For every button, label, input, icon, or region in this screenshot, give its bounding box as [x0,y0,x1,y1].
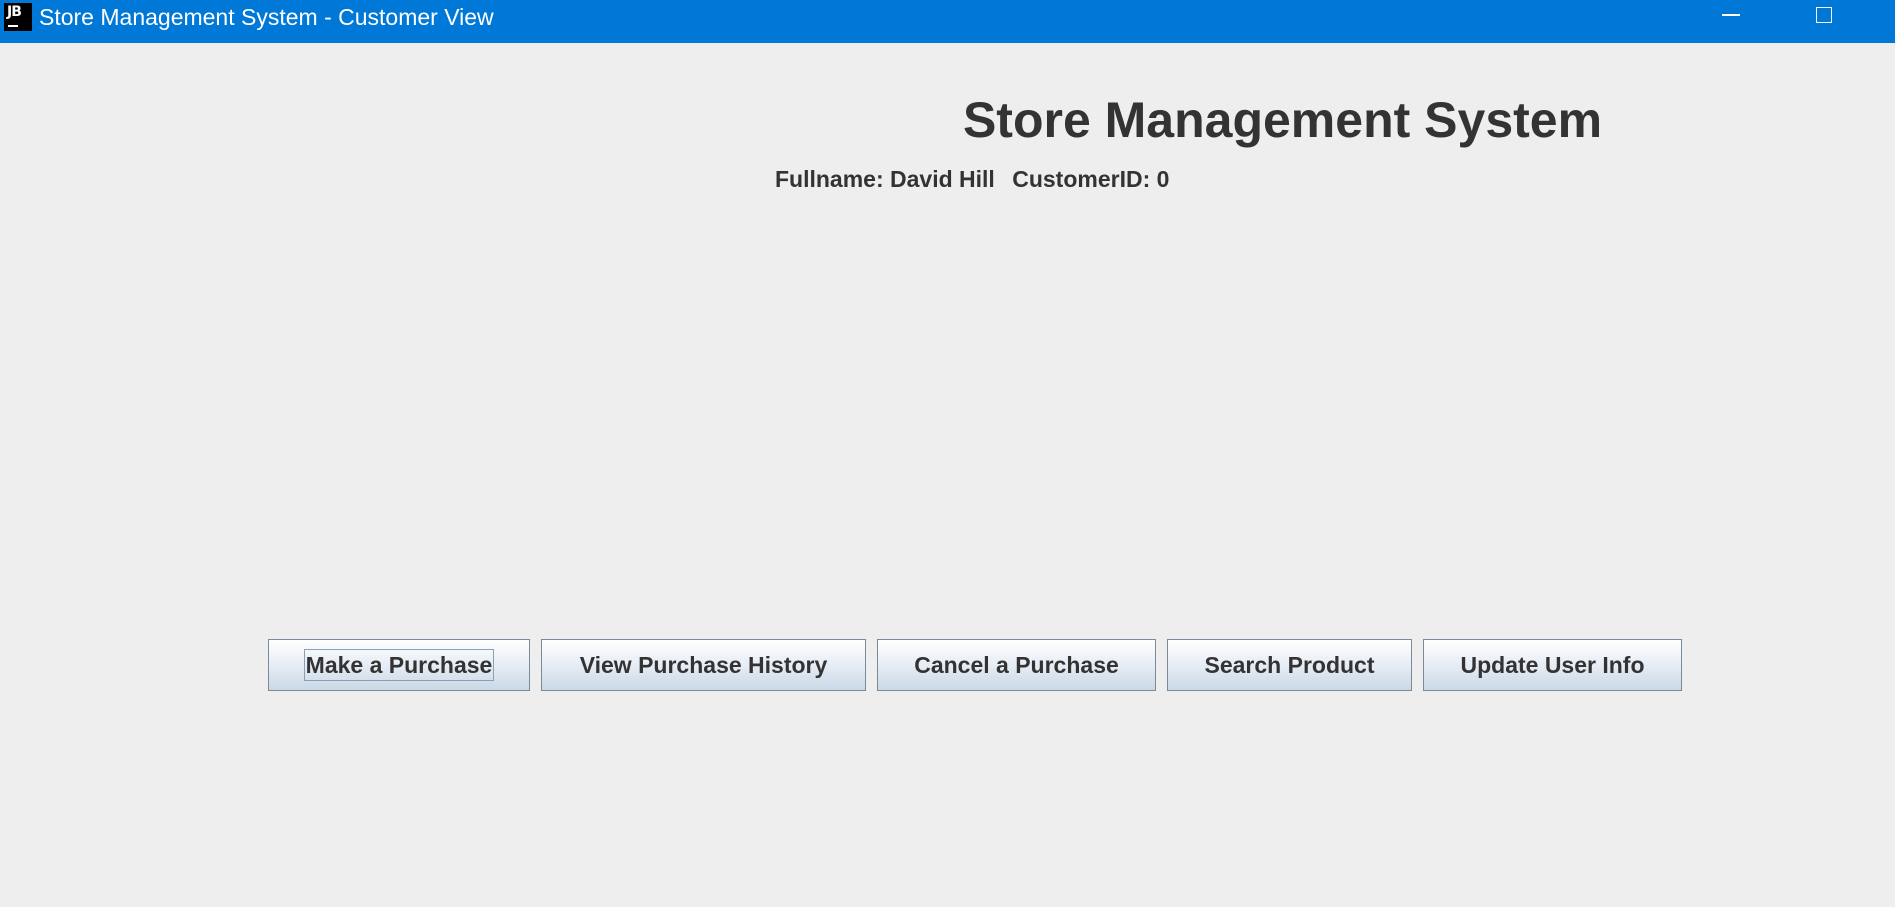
view-purchase-history-button[interactable]: View Purchase History [541,639,866,691]
cancel-purchase-button[interactable]: Cancel a Purchase [877,639,1156,691]
app-icon-label: JB [7,4,22,20]
minimize-button[interactable] [1686,0,1776,35]
maximize-icon [1816,7,1832,23]
app-icon: JB [4,3,32,31]
customer-id-label: CustomerID: 0 [1012,166,1170,192]
make-purchase-label: Make a Purchase [303,649,495,681]
app-icon-underbar [8,25,18,27]
customer-view-panel: Store Management System Fullname: David … [0,43,1895,907]
window-title: Store Management System - Customer View [39,4,494,30]
maximize-button[interactable] [1778,0,1868,35]
make-purchase-button[interactable]: Make a Purchase [268,639,530,691]
search-product-button[interactable]: Search Product [1167,639,1412,691]
page-title: Store Management System [962,92,1603,148]
minimize-icon [1722,14,1740,16]
update-user-info-button[interactable]: Update User Info [1423,639,1682,691]
user-info: Fullname: David Hill CustomerID: 0 [775,166,1169,193]
fullname-label: Fullname: David Hill [775,166,995,192]
title-bar[interactable]: JB Store Management System - Customer Vi… [0,0,1895,43]
